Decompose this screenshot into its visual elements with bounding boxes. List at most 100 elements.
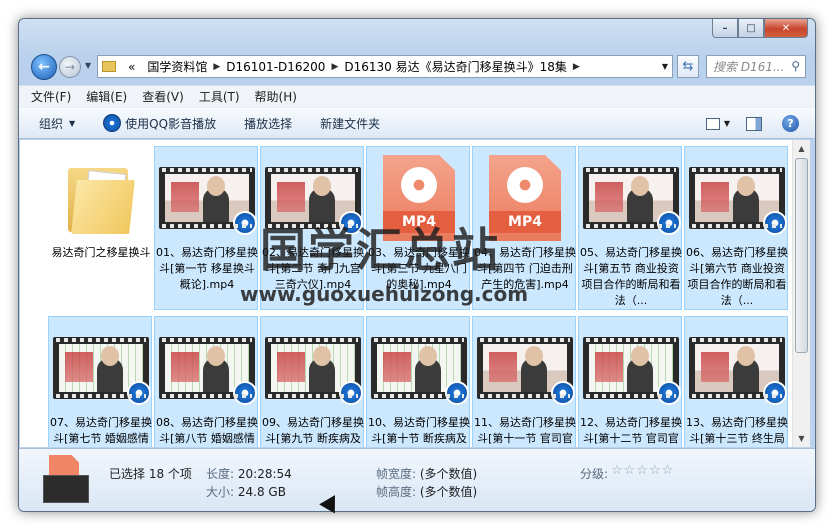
maximize-button[interactable]: □ — [738, 19, 764, 38]
view-controls: ▼ ? — [705, 115, 799, 132]
video-thumbnail-icon — [371, 337, 469, 405]
new-folder-button[interactable]: 新建文件夹 — [320, 115, 380, 132]
video-file-item[interactable]: 11、易达奇门移星换斗[第十一节 官司官非局的断局和看法（一）... — [472, 316, 576, 447]
qq-player-badge-icon — [763, 381, 787, 405]
menu-help[interactable]: 帮助(H) — [255, 88, 297, 105]
file-name: 07、易达奇门移星换斗[第七节 婚姻感情断小三的秘诀（一）].mp4 — [50, 416, 152, 445]
video-thumbnail-icon — [583, 167, 681, 235]
qq-player-badge-icon — [763, 211, 787, 235]
view-options-chevron-icon[interactable]: ▼ — [724, 119, 730, 128]
breadcrumb-current[interactable]: D16130 易达《易达奇门移星换斗》18集 — [344, 58, 567, 75]
qq-player-badge-icon — [339, 381, 363, 405]
breadcrumb-arrow-icon[interactable]: ▶ — [573, 62, 580, 72]
preview-pane-icon[interactable] — [746, 116, 762, 131]
breadcrumb-arrow-icon[interactable]: ▶ — [213, 62, 220, 72]
rating-field: 分级: — [580, 465, 608, 482]
close-button[interactable]: ✕ — [764, 19, 808, 38]
menu-tools[interactable]: 工具(T) — [199, 88, 240, 105]
watermark-title: 国学汇总站 — [260, 223, 500, 277]
file-thumbnail — [689, 323, 787, 413]
minimize-button[interactable]: – — [712, 19, 738, 38]
menu-bar: 文件(F) 编辑(E) 查看(V) 工具(T) 帮助(H) — [19, 85, 815, 107]
selection-count: 已选择 18 个项 — [109, 467, 192, 481]
video-thumbnail-icon — [159, 337, 257, 405]
command-bar: 组织 ▼ 使用QQ影音播放 播放选择 新建文件夹 ▼ ? — [19, 107, 815, 139]
organize-button[interactable]: 组织 ▼ — [39, 115, 75, 132]
menu-file[interactable]: 文件(F) — [31, 88, 71, 105]
file-name: 09、易达奇门移星换斗[第九节 断疾病及趋吉避凶的玄机（一）].... — [262, 416, 364, 445]
video-thumbnail-icon — [43, 475, 89, 503]
folder-icon — [102, 61, 116, 72]
back-button[interactable]: ← — [31, 54, 57, 80]
frame-height-field: 帧高度: (多个数值) — [376, 483, 477, 500]
play-with-qq-button[interactable]: 使用QQ影音播放 — [103, 114, 216, 132]
video-file-item[interactable]: 08、易达奇门移星换斗[第八节 婚姻感情断小三的秘诀（二）].mp4 — [154, 316, 258, 447]
breadcrumb-range[interactable]: D16101-D16200 — [226, 60, 325, 74]
qq-player-badge-icon — [127, 381, 151, 405]
play-selection-button[interactable]: 播放选择 — [244, 115, 292, 132]
video-thumbnail-icon — [689, 337, 787, 405]
file-thumbnail — [371, 323, 469, 413]
back-arrow-icon: ← — [38, 59, 50, 75]
forward-button[interactable]: → — [59, 56, 81, 78]
video-file-item[interactable]: 06、易达奇门移星换斗[第六节 商业投资项目合作的断局和看法（... — [684, 146, 788, 310]
breadcrumb-arrow-icon[interactable]: ▶ — [331, 62, 338, 72]
new-folder-label: 新建文件夹 — [320, 116, 381, 131]
scroll-up-icon[interactable]: ▲ — [793, 140, 810, 157]
scroll-down-icon[interactable]: ▼ — [793, 430, 810, 447]
video-file-item[interactable]: 13、易达奇门移星换斗[第十三节 终生局的断局和玄机（一）].mp4 — [684, 316, 788, 447]
file-thumbnail — [53, 323, 151, 413]
file-name: 08、易达奇门移星换斗[第八节 婚姻感情断小三的秘诀（二）].mp4 — [156, 416, 258, 445]
address-dropdown-icon[interactable]: ▼ — [662, 62, 668, 71]
change-view-icon[interactable] — [705, 117, 720, 130]
breadcrumb-overflow[interactable]: « — [128, 60, 135, 74]
qq-player-badge-icon — [657, 211, 681, 235]
video-thumbnail-icon — [53, 337, 151, 405]
video-file-item[interactable]: 10、易达奇门移星换斗[第十节 断疾病及趋吉避凶的玄机（二）].... — [366, 316, 470, 447]
scrollbar-thumb[interactable] — [795, 158, 808, 353]
recent-pages-dropdown[interactable]: ▼ — [85, 61, 91, 70]
watermark-url: www.guoxuehuizong.com — [240, 282, 529, 306]
file-name: 12、易达奇门移星换斗[第十二节 官司官非局的断局和看法（二）... — [580, 416, 682, 445]
file-thumbnail — [159, 153, 257, 243]
video-file-item[interactable]: 07、易达奇门移星换斗[第七节 婚姻感情断小三的秘诀（一）].mp4 — [48, 316, 152, 447]
organize-label: 组织 — [39, 116, 64, 131]
size-value: 24.8 GB — [237, 485, 286, 499]
chevron-down-icon: ▼ — [69, 118, 76, 128]
address-bar[interactable]: « 国学资料馆 ▶ D16101-D16200 ▶ D16130 易达《易达奇门… — [97, 55, 673, 78]
search-icon[interactable]: ⚲ — [791, 59, 800, 73]
help-icon[interactable]: ? — [782, 115, 799, 132]
film-reel-icon — [401, 167, 437, 203]
qq-player-icon — [103, 114, 122, 132]
menu-view[interactable]: 查看(V) — [142, 88, 184, 105]
video-thumbnail-icon — [159, 167, 257, 235]
file-thumbnail — [583, 153, 681, 243]
film-reel-icon — [507, 167, 543, 203]
file-name: 11、易达奇门移星换斗[第十一节 官司官非局的断局和看法（一）... — [474, 416, 576, 445]
refresh-icon: ⇆ — [682, 59, 694, 74]
breadcrumb-root[interactable]: 国学资料馆 — [147, 58, 207, 75]
file-name: 06、易达奇门移星换斗[第六节 商业投资项目合作的断局和看法（... — [686, 246, 788, 307]
file-thumbnail — [583, 323, 681, 413]
search-placeholder: 搜索 D161... — [713, 60, 785, 74]
qq-player-badge-icon — [233, 381, 257, 405]
search-input[interactable]: 搜索 D161... ⚲ — [706, 55, 806, 78]
video-file-item[interactable]: 12、易达奇门移星换斗[第十二节 官司官非局的断局和看法（二）... — [578, 316, 682, 447]
frame-height-key: 帧高度: — [376, 485, 417, 499]
file-thumbnail — [265, 323, 363, 413]
video-file-item[interactable]: 05、易达奇门移星换斗[第五节 商业投资项目合作的断局和看法（... — [578, 146, 682, 310]
video-thumbnail-icon — [477, 337, 575, 405]
play-with-qq-label: 使用QQ影音播放 — [125, 116, 217, 131]
details-pane: 已选择 18 个项 长度: 20:28:54 大小: 24.8 GB 帧宽度: … — [19, 448, 815, 511]
menu-edit[interactable]: 编辑(E) — [86, 88, 127, 105]
caption-buttons: – □ ✕ — [712, 19, 808, 38]
folder-item[interactable]: 易达奇门之移星换斗 — [48, 146, 152, 310]
rating-stars[interactable]: ☆☆☆☆☆ — [611, 463, 674, 478]
vertical-scrollbar[interactable]: ▲ ▼ — [792, 140, 810, 447]
frame-width-key: 帧宽度: — [376, 467, 417, 481]
frame-width-value: (多个数值) — [419, 467, 478, 481]
file-thumbnail — [689, 153, 787, 243]
refresh-button[interactable]: ⇆ — [677, 55, 699, 78]
video-file-item[interactable]: 09、易达奇门移星换斗[第九节 断疾病及趋吉避凶的玄机（一）].... — [260, 316, 364, 447]
file-thumbnail — [159, 323, 257, 413]
